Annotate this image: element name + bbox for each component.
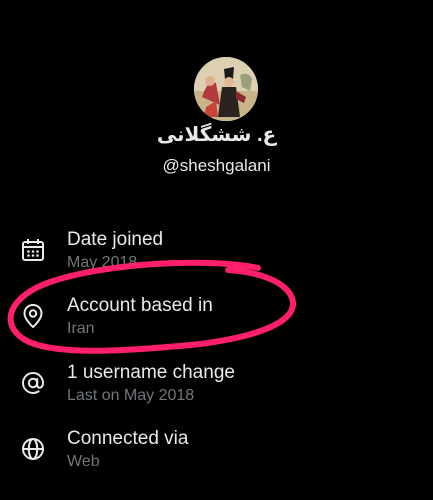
calendar-icon [20, 237, 46, 263]
at-sign-icon [20, 370, 46, 396]
detail-row-date-joined: Date joined May 2018 [0, 229, 433, 289]
profile-avatar[interactable] [194, 57, 258, 121]
detail-value: May 2018 [67, 254, 138, 271]
detail-title: Date joined [67, 229, 164, 250]
detail-value: Web [67, 453, 100, 470]
detail-row-username-change: 1 username change Last on May 2018 [0, 362, 433, 422]
detail-value: Iran [67, 320, 95, 337]
detail-row-account-based-in: Account based in Iran [0, 295, 433, 355]
detail-value: Last on May 2018 [67, 387, 195, 404]
location-pin-icon [20, 303, 46, 329]
globe-icon [20, 436, 46, 462]
profile-handle[interactable]: @sheshgalani [0, 156, 433, 176]
profile-display-name: ع. ششگلانی [156, 124, 277, 146]
detail-title: 1 username change [67, 362, 235, 383]
detail-title: Account based in [67, 295, 213, 316]
avatar-illustration [194, 57, 258, 121]
detail-title: Connected via [67, 428, 189, 449]
detail-row-connected-via: Connected via Web [0, 428, 433, 488]
